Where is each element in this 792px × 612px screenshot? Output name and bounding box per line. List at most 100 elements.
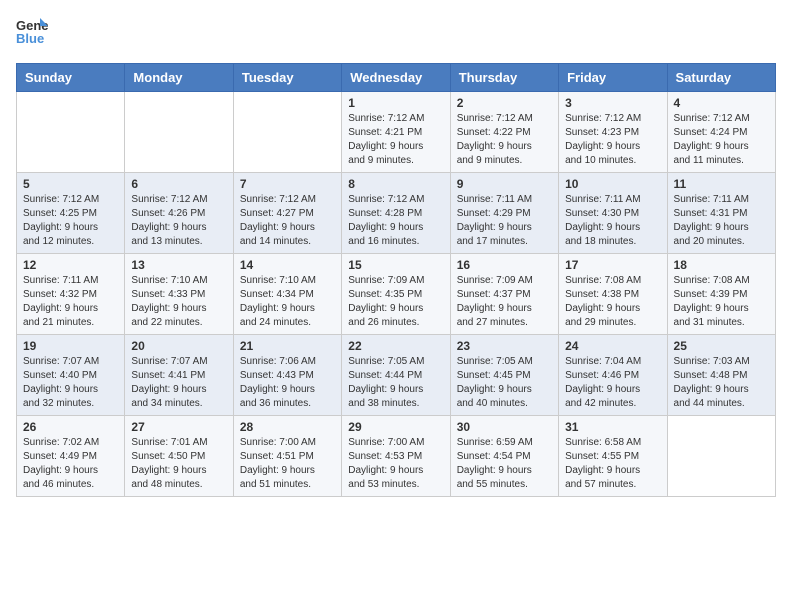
- day-number: 7: [240, 177, 335, 191]
- day-info: Sunrise: 7:12 AM Sunset: 4:23 PM Dayligh…: [565, 112, 660, 168]
- page-header: General Blue: [16, 16, 776, 51]
- day-info: Sunrise: 7:12 AM Sunset: 4:25 PM Dayligh…: [23, 193, 118, 249]
- weekday-header-row: SundayMondayTuesdayWednesdayThursdayFrid…: [17, 64, 776, 92]
- day-cell: 14 Sunrise: 7:10 AM Sunset: 4:34 PM Dayli…: [233, 254, 341, 335]
- week-row-1: 1 Sunrise: 7:12 AM Sunset: 4:21 PM Daylig…: [17, 92, 776, 173]
- day-info: Sunrise: 7:08 AM Sunset: 4:39 PM Dayligh…: [674, 274, 769, 330]
- day-info: Sunrise: 7:12 AM Sunset: 4:26 PM Dayligh…: [131, 193, 226, 249]
- day-info: Sunrise: 7:00 AM Sunset: 4:51 PM Dayligh…: [240, 436, 335, 492]
- day-number: 11: [674, 177, 769, 191]
- day-cell: 21 Sunrise: 7:06 AM Sunset: 4:43 PM Dayli…: [233, 335, 341, 416]
- weekday-header-friday: Friday: [559, 64, 667, 92]
- day-number: 1: [348, 96, 443, 110]
- day-info: Sunrise: 7:11 AM Sunset: 4:29 PM Dayligh…: [457, 193, 552, 249]
- day-number: 6: [131, 177, 226, 191]
- weekday-header-monday: Monday: [125, 64, 233, 92]
- day-number: 25: [674, 339, 769, 353]
- day-info: Sunrise: 7:08 AM Sunset: 4:38 PM Dayligh…: [565, 274, 660, 330]
- day-number: 13: [131, 258, 226, 272]
- day-info: Sunrise: 7:12 AM Sunset: 4:27 PM Dayligh…: [240, 193, 335, 249]
- day-number: 18: [674, 258, 769, 272]
- day-cell: 2 Sunrise: 7:12 AM Sunset: 4:22 PM Daylig…: [450, 92, 558, 173]
- day-info: Sunrise: 7:00 AM Sunset: 4:53 PM Dayligh…: [348, 436, 443, 492]
- day-cell: 5 Sunrise: 7:12 AM Sunset: 4:25 PM Daylig…: [17, 173, 125, 254]
- day-number: 22: [348, 339, 443, 353]
- day-info: Sunrise: 7:03 AM Sunset: 4:48 PM Dayligh…: [674, 355, 769, 411]
- day-cell: 10Sunrise: 7:11 AM Sunset: 4:30 PM Dayli…: [559, 173, 667, 254]
- day-cell: [125, 92, 233, 173]
- day-number: 17: [565, 258, 660, 272]
- logo-icon: General Blue: [16, 16, 48, 51]
- day-number: 19: [23, 339, 118, 353]
- week-row-4: 19Sunrise: 7:07 AM Sunset: 4:40 PM Dayli…: [17, 335, 776, 416]
- day-cell: 29 Sunrise: 7:00 AM Sunset: 4:53 PM Dayli…: [342, 416, 450, 497]
- day-number: 5: [23, 177, 118, 191]
- day-cell: [233, 92, 341, 173]
- day-cell: 12Sunrise: 7:11 AM Sunset: 4:32 PM Dayli…: [17, 254, 125, 335]
- day-info: Sunrise: 7:12 AM Sunset: 4:24 PM Dayligh…: [674, 112, 769, 168]
- day-number: 26: [23, 420, 118, 434]
- day-cell: 16 Sunrise: 7:09 AM Sunset: 4:37 PM Dayli…: [450, 254, 558, 335]
- weekday-header-tuesday: Tuesday: [233, 64, 341, 92]
- day-cell: 25 Sunrise: 7:03 AM Sunset: 4:48 PM Dayli…: [667, 335, 775, 416]
- day-number: 2: [457, 96, 552, 110]
- day-number: 20: [131, 339, 226, 353]
- day-cell: 28 Sunrise: 7:00 AM Sunset: 4:51 PM Dayli…: [233, 416, 341, 497]
- day-info: Sunrise: 7:06 AM Sunset: 4:43 PM Dayligh…: [240, 355, 335, 411]
- day-info: Sunrise: 7:12 AM Sunset: 4:21 PM Dayligh…: [348, 112, 443, 168]
- day-cell: 30 Sunrise: 6:59 AM Sunset: 4:54 PM Dayli…: [450, 416, 558, 497]
- day-cell: 8 Sunrise: 7:12 AM Sunset: 4:28 PM Daylig…: [342, 173, 450, 254]
- day-number: 31: [565, 420, 660, 434]
- day-info: Sunrise: 7:10 AM Sunset: 4:33 PM Dayligh…: [131, 274, 226, 330]
- day-info: Sunrise: 7:09 AM Sunset: 4:35 PM Dayligh…: [348, 274, 443, 330]
- day-number: 23: [457, 339, 552, 353]
- day-number: 29: [348, 420, 443, 434]
- week-row-2: 5 Sunrise: 7:12 AM Sunset: 4:25 PM Daylig…: [17, 173, 776, 254]
- day-cell: 23 Sunrise: 7:05 AM Sunset: 4:45 PM Dayli…: [450, 335, 558, 416]
- day-info: Sunrise: 6:58 AM Sunset: 4:55 PM Dayligh…: [565, 436, 660, 492]
- day-number: 14: [240, 258, 335, 272]
- day-info: Sunrise: 7:09 AM Sunset: 4:37 PM Dayligh…: [457, 274, 552, 330]
- svg-text:Blue: Blue: [16, 31, 44, 46]
- day-cell: 1 Sunrise: 7:12 AM Sunset: 4:21 PM Daylig…: [342, 92, 450, 173]
- weekday-header-wednesday: Wednesday: [342, 64, 450, 92]
- day-info: Sunrise: 7:10 AM Sunset: 4:34 PM Dayligh…: [240, 274, 335, 330]
- logo: General Blue: [16, 16, 48, 51]
- day-number: 30: [457, 420, 552, 434]
- day-number: 28: [240, 420, 335, 434]
- day-cell: [667, 416, 775, 497]
- day-cell: 7 Sunrise: 7:12 AM Sunset: 4:27 PM Daylig…: [233, 173, 341, 254]
- day-info: Sunrise: 7:12 AM Sunset: 4:22 PM Dayligh…: [457, 112, 552, 168]
- day-cell: 11Sunrise: 7:11 AM Sunset: 4:31 PM Dayli…: [667, 173, 775, 254]
- day-cell: [17, 92, 125, 173]
- day-info: Sunrise: 6:59 AM Sunset: 4:54 PM Dayligh…: [457, 436, 552, 492]
- day-info: Sunrise: 7:01 AM Sunset: 4:50 PM Dayligh…: [131, 436, 226, 492]
- day-info: Sunrise: 7:02 AM Sunset: 4:49 PM Dayligh…: [23, 436, 118, 492]
- day-info: Sunrise: 7:04 AM Sunset: 4:46 PM Dayligh…: [565, 355, 660, 411]
- day-cell: 18 Sunrise: 7:08 AM Sunset: 4:39 PM Dayli…: [667, 254, 775, 335]
- week-row-3: 12Sunrise: 7:11 AM Sunset: 4:32 PM Dayli…: [17, 254, 776, 335]
- day-info: Sunrise: 7:05 AM Sunset: 4:44 PM Dayligh…: [348, 355, 443, 411]
- day-number: 16: [457, 258, 552, 272]
- day-number: 4: [674, 96, 769, 110]
- day-info: Sunrise: 7:12 AM Sunset: 4:28 PM Dayligh…: [348, 193, 443, 249]
- day-number: 9: [457, 177, 552, 191]
- day-info: Sunrise: 7:07 AM Sunset: 4:41 PM Dayligh…: [131, 355, 226, 411]
- day-info: Sunrise: 7:05 AM Sunset: 4:45 PM Dayligh…: [457, 355, 552, 411]
- day-cell: 24 Sunrise: 7:04 AM Sunset: 4:46 PM Dayli…: [559, 335, 667, 416]
- weekday-header-saturday: Saturday: [667, 64, 775, 92]
- day-cell: 4 Sunrise: 7:12 AM Sunset: 4:24 PM Daylig…: [667, 92, 775, 173]
- day-cell: 15 Sunrise: 7:09 AM Sunset: 4:35 PM Dayli…: [342, 254, 450, 335]
- day-info: Sunrise: 7:11 AM Sunset: 4:30 PM Dayligh…: [565, 193, 660, 249]
- day-number: 8: [348, 177, 443, 191]
- weekday-header-sunday: Sunday: [17, 64, 125, 92]
- day-number: 24: [565, 339, 660, 353]
- day-cell: 31 Sunrise: 6:58 AM Sunset: 4:55 PM Dayli…: [559, 416, 667, 497]
- weekday-header-thursday: Thursday: [450, 64, 558, 92]
- day-cell: 26 Sunrise: 7:02 AM Sunset: 4:49 PM Dayli…: [17, 416, 125, 497]
- day-cell: 27Sunrise: 7:01 AM Sunset: 4:50 PM Dayli…: [125, 416, 233, 497]
- day-number: 21: [240, 339, 335, 353]
- day-cell: 6 Sunrise: 7:12 AM Sunset: 4:26 PM Daylig…: [125, 173, 233, 254]
- day-cell: 19Sunrise: 7:07 AM Sunset: 4:40 PM Dayli…: [17, 335, 125, 416]
- day-number: 15: [348, 258, 443, 272]
